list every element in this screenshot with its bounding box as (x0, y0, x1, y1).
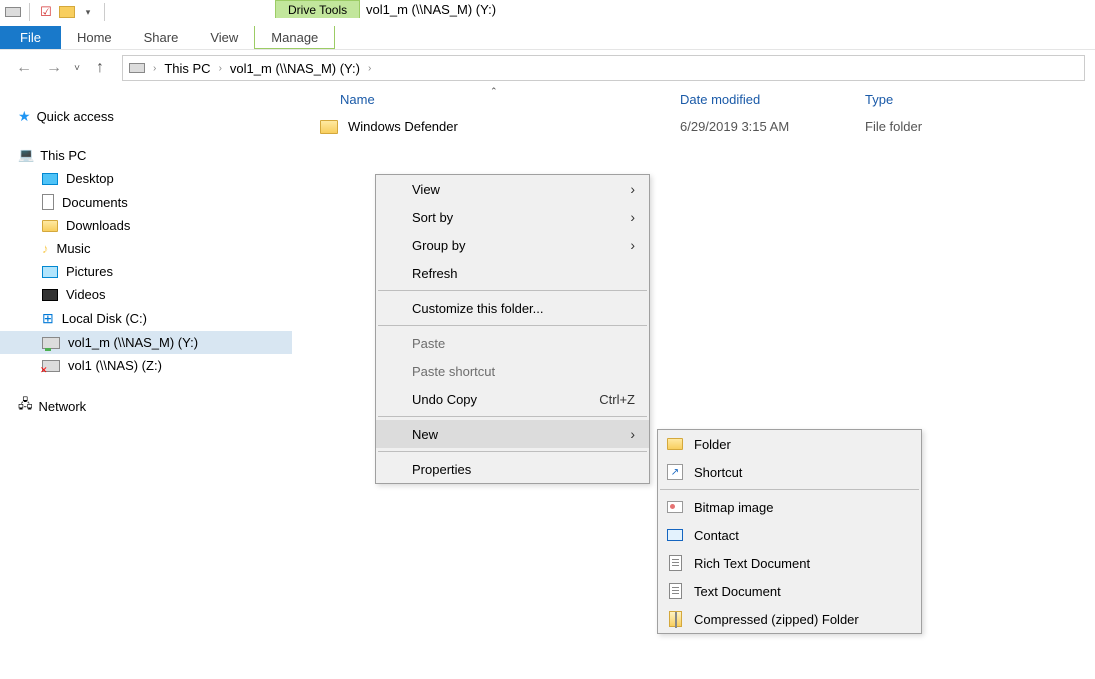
ctx-paste: Paste (376, 329, 649, 357)
new-folder-qat-icon[interactable] (58, 3, 76, 21)
new-shortcut[interactable]: ↗Shortcut (658, 458, 921, 486)
new-txt[interactable]: Text Document (658, 577, 921, 605)
separator (660, 489, 919, 490)
desktop-icon (42, 173, 58, 185)
pc-icon (18, 147, 34, 163)
ctx-properties[interactable]: Properties (376, 455, 649, 483)
local-disk-node[interactable]: Local Disk (C:) (18, 306, 310, 331)
shortcut-icon: ↗ (666, 463, 684, 481)
quick-access-node[interactable]: Quick access (18, 104, 310, 129)
chevron-right-icon[interactable]: › (215, 63, 226, 74)
rtf-icon (666, 554, 684, 572)
pictures-node[interactable]: Pictures (18, 260, 310, 283)
qat-dropdown-icon[interactable]: ▾ (79, 3, 97, 21)
shortcut-label: Ctrl+Z (599, 392, 635, 407)
window-title: vol1_m (\\NAS_M) (Y:) (366, 2, 496, 17)
context-menu: View› Sort by› Group by› Refresh Customi… (375, 174, 650, 484)
videos-node[interactable]: Videos (18, 283, 310, 306)
document-icon (42, 194, 54, 210)
new-contact[interactable]: Contact (658, 521, 921, 549)
name-column-header[interactable]: ⌃Name (310, 92, 680, 107)
bitmap-icon (666, 498, 684, 516)
chevron-right-icon[interactable]: › (149, 63, 160, 74)
drive-tools-tab[interactable]: Drive Tools (275, 0, 360, 18)
desktop-node[interactable]: Desktop (18, 167, 310, 190)
this-pc-node[interactable]: This PC (18, 143, 310, 167)
video-icon (42, 289, 58, 301)
manage-tab[interactable]: Manage (254, 26, 335, 49)
address-bar[interactable]: › This PC › vol1_m (\\NAS_M) (Y:) › (122, 55, 1085, 81)
vol1m-node[interactable]: vol1_m (\\NAS_M) (Y:) (0, 331, 292, 354)
title-bar: ☑ ▾ Drive Tools vol1_m (\\NAS_M) (Y:) (0, 0, 1095, 24)
new-submenu: Folder ↗Shortcut Bitmap image Contact Ri… (657, 429, 922, 634)
new-rtf[interactable]: Rich Text Document (658, 549, 921, 577)
ctx-new[interactable]: New› (376, 420, 649, 448)
network-node[interactable]: Network (18, 391, 310, 421)
type-column-header[interactable]: Type (865, 92, 1025, 107)
music-node[interactable]: Music (18, 237, 310, 260)
ctx-sort-by[interactable]: Sort by› (376, 203, 649, 231)
date-column-header[interactable]: Date modified (680, 92, 865, 107)
new-zip[interactable]: Compressed (zipped) Folder (658, 605, 921, 633)
share-tab[interactable]: Share (128, 26, 195, 49)
zip-icon (666, 610, 684, 628)
ctx-paste-shortcut: Paste shortcut (376, 357, 649, 385)
ctx-refresh[interactable]: Refresh (376, 259, 649, 287)
file-type-label: File folder (865, 119, 1025, 134)
folder-icon (42, 220, 58, 232)
ctx-customize-folder[interactable]: Customize this folder... (376, 294, 649, 322)
forward-button[interactable]: → (40, 54, 68, 82)
chevron-right-icon: › (630, 209, 635, 225)
star-icon (18, 108, 31, 125)
music-icon (42, 241, 49, 256)
separator (378, 451, 647, 452)
history-dropdown[interactable]: ˅ (70, 54, 84, 82)
ctx-view[interactable]: View› (376, 175, 649, 203)
file-row[interactable]: Windows Defender 6/29/2019 3:15 AM File … (310, 113, 1095, 140)
home-tab[interactable]: Home (61, 26, 128, 49)
documents-node[interactable]: Documents (18, 190, 310, 214)
text-icon (666, 582, 684, 600)
separator (378, 290, 647, 291)
drive-icon (129, 63, 145, 73)
nav-toolbar: ← → ˅ ↑ › This PC › vol1_m (\\NAS_M) (Y:… (0, 50, 1095, 86)
properties-qat-icon[interactable]: ☑ (37, 3, 55, 21)
chevron-right-icon: › (630, 426, 635, 442)
breadcrumb-this-pc[interactable]: This PC (164, 61, 210, 76)
file-list-pane[interactable]: ⌃Name Date modified Type Windows Defende… (310, 86, 1095, 679)
column-headers: ⌃Name Date modified Type (310, 86, 1095, 113)
folder-icon (320, 120, 338, 134)
view-tab[interactable]: View (194, 26, 254, 49)
network-drive-icon (42, 337, 60, 349)
drive-icon (4, 3, 22, 21)
sort-ascending-icon: ⌃ (490, 86, 498, 97)
navigation-pane: Quick access This PC Desktop Documents D… (0, 86, 310, 679)
vol1-node[interactable]: vol1 (\\NAS) (Z:) (18, 354, 310, 377)
new-bitmap[interactable]: Bitmap image (658, 493, 921, 521)
chevron-right-icon: › (630, 237, 635, 253)
breadcrumb-location[interactable]: vol1_m (\\NAS_M) (Y:) (230, 61, 360, 76)
chevron-right-icon: › (630, 181, 635, 197)
up-button[interactable]: ↑ (86, 54, 114, 82)
separator (378, 416, 647, 417)
file-name-label: Windows Defender (348, 119, 458, 134)
folder-icon (666, 435, 684, 453)
ctx-group-by[interactable]: Group by› (376, 231, 649, 259)
file-tab[interactable]: File (0, 26, 61, 49)
disconnected-drive-icon (42, 360, 60, 372)
chevron-right-icon[interactable]: › (364, 63, 375, 74)
ribbon-tabs: File Home Share View Manage (0, 26, 1095, 50)
back-button[interactable]: ← (10, 54, 38, 82)
contact-icon (666, 526, 684, 544)
downloads-node[interactable]: Downloads (18, 214, 310, 237)
separator (378, 325, 647, 326)
ctx-undo-copy[interactable]: Undo CopyCtrl+Z (376, 385, 649, 413)
network-icon (18, 395, 33, 417)
windows-icon (42, 310, 54, 327)
file-date-label: 6/29/2019 3:15 AM (680, 119, 865, 134)
new-folder[interactable]: Folder (658, 430, 921, 458)
pictures-icon (42, 266, 58, 278)
